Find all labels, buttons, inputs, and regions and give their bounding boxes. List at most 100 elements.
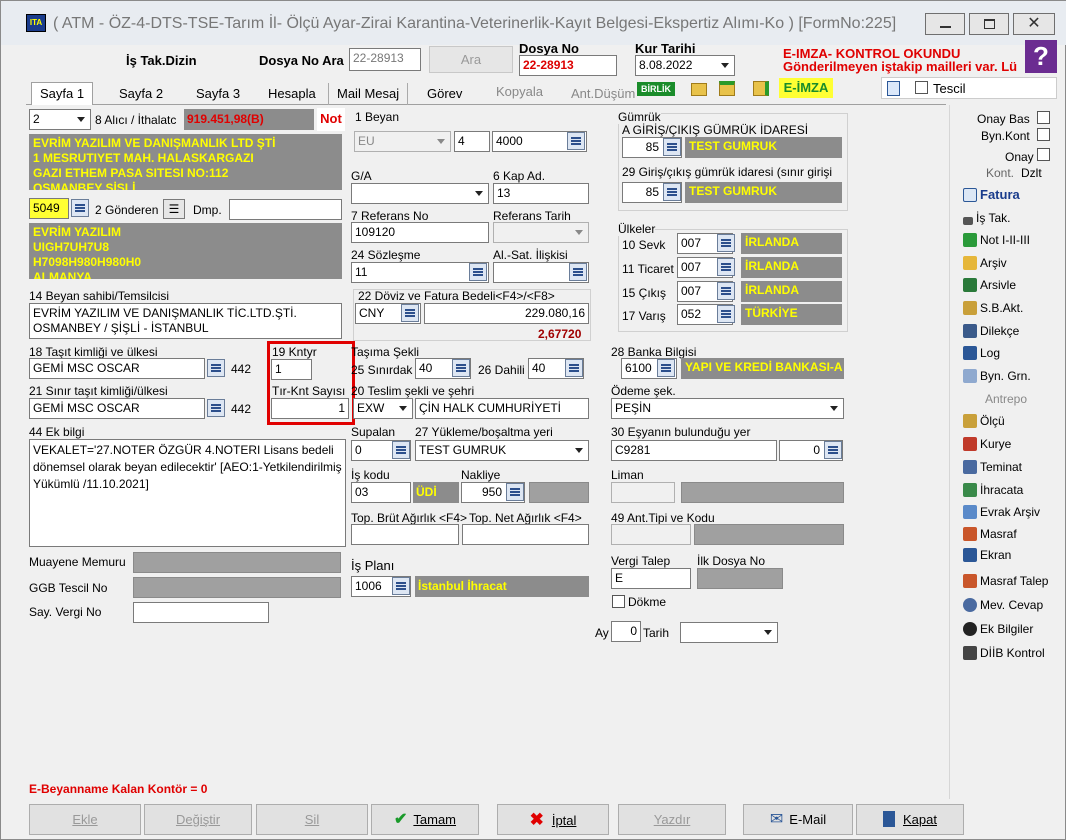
sidebar-item-fatura[interactable]: Fatura	[963, 187, 1020, 202]
kur-tarihi-picker[interactable]: 8.08.2022	[635, 55, 735, 76]
help-icon[interactable]: ?	[1025, 40, 1057, 73]
is-tak-dizin-label[interactable]: İş Tak.Dizin	[126, 53, 197, 68]
onay-checkbox[interactable]	[1037, 148, 1050, 161]
net-input[interactable]	[462, 524, 589, 545]
sidebar-item-is-tak[interactable]: İş Tak.	[963, 211, 1010, 225]
eimza-button[interactable]: E-İMZA	[779, 78, 833, 98]
esya-lookup-button[interactable]	[824, 441, 842, 459]
tescil-checkbox[interactable]	[915, 81, 928, 94]
tab-gorev[interactable]: Görev	[419, 83, 470, 105]
gonderen-code-input[interactable]: 5049	[29, 198, 69, 219]
referans-no-input[interactable]: 109120	[351, 222, 489, 243]
kapat-button[interactable]: Kapat	[856, 804, 964, 835]
byn-kont-checkbox[interactable]	[1037, 128, 1050, 141]
brut-input[interactable]	[351, 524, 459, 545]
ga-select[interactable]	[351, 183, 489, 204]
email-button[interactable]: ✉ E-Mail	[743, 804, 853, 835]
search-doc-icon[interactable]	[887, 81, 900, 96]
tir-knt-input[interactable]: 1	[271, 398, 349, 419]
tab-sayfa-1[interactable]: Sayfa 1	[31, 82, 94, 105]
teslim-select[interactable]: EXW	[353, 398, 413, 419]
ara-button[interactable]: Ara	[429, 46, 513, 73]
tab-mail-mesaj[interactable]: Mail Mesaj	[328, 83, 409, 105]
sil-button[interactable]: Sil	[256, 804, 368, 835]
sidebar-item-not[interactable]: Not I-II-III	[963, 233, 1030, 247]
sidebar-item-arsiv[interactable]: Arşiv	[963, 256, 1007, 270]
al-sat-lookup-button[interactable]	[569, 263, 587, 281]
doviz-amount-input[interactable]: 229.080,16	[424, 303, 589, 324]
sidebar-item-log[interactable]: Log	[963, 346, 1000, 360]
sidebar-item-ihracata[interactable]: İhracata	[963, 483, 1023, 497]
teslim-city-input[interactable]: ÇİN HALK CUMHURİYETİ	[415, 398, 589, 419]
iptal-button[interactable]: ✖ İptal	[497, 804, 609, 835]
ant-dusum-button[interactable]: Ant.Düşüm	[563, 83, 643, 105]
sidebar-item-arsivle[interactable]: Arsivle	[963, 278, 1016, 292]
liman-input[interactable]	[611, 482, 675, 503]
sozlesme-lookup-button[interactable]	[469, 263, 487, 281]
dmp-input[interactable]	[229, 199, 342, 220]
close-button[interactable]: ✕	[1013, 13, 1055, 35]
sidebar-item-byn-grn[interactable]: Byn. Grn.	[963, 369, 1031, 383]
folder-upload-icon[interactable]	[719, 81, 735, 96]
sidebar-item-masraf-talep[interactable]: Masraf Talep	[963, 574, 1048, 588]
sidebar-item-ekran[interactable]: Ekran	[963, 548, 1011, 562]
ay-input[interactable]: 0	[611, 621, 641, 642]
dosya-no-ara-input[interactable]: 22-28913	[349, 48, 421, 71]
is-plani-lookup-button[interactable]	[392, 577, 410, 595]
folder-refresh-icon[interactable]	[753, 81, 769, 96]
banka-lookup-button[interactable]	[657, 359, 675, 377]
yazdir-button[interactable]: Yazdır	[618, 804, 726, 835]
sidebar-item-sb-akt[interactable]: S.B.Akt.	[963, 301, 1023, 315]
sevk-lookup-button[interactable]	[717, 234, 735, 252]
beyan-sahibi-textbox[interactable]: EVRİM YAZILIM VE DANIŞMANLIK TİC.LTD.ŞTİ…	[29, 303, 342, 339]
sinir-tasit-lookup-button[interactable]	[207, 399, 225, 417]
sidebar-item-teminat[interactable]: Teminat	[963, 460, 1022, 474]
sidebar-item-olcu[interactable]: Ölçü	[963, 414, 1005, 428]
dosya-no-input[interactable]: 22-28913	[519, 55, 617, 76]
tasit-lookup-button[interactable]	[207, 359, 225, 377]
dokme-checkbox[interactable]	[612, 595, 625, 608]
tab-sayfa-2[interactable]: Sayfa 2	[111, 83, 171, 105]
onay-bas-checkbox[interactable]	[1037, 111, 1050, 124]
sinir-tasit-input[interactable]: GEMİ MSC OSCAR	[29, 398, 205, 419]
odeme-select[interactable]: PEŞİN	[611, 398, 844, 419]
maximize-button[interactable]	[969, 13, 1009, 35]
say-vergi-input[interactable]	[133, 602, 269, 623]
sidebar-item-kurye[interactable]: Kurye	[963, 437, 1011, 451]
is-kodu-input[interactable]: 03	[351, 482, 411, 503]
dahili-lookup-button[interactable]	[565, 359, 583, 377]
esya-input[interactable]: C9281	[611, 440, 777, 461]
sidebar-item-masraf[interactable]: Masraf	[963, 527, 1017, 541]
giris29-lookup-button[interactable]	[663, 183, 681, 201]
cikis-lookup-button[interactable]	[717, 282, 735, 300]
ant-tipi-input[interactable]	[611, 524, 691, 545]
ek-bilgi-textarea[interactable]: VEKALET='27.NOTER ÖZGÜR 4.NOTERI Lisans …	[29, 439, 346, 547]
sidebar-item-evrak-arsiv[interactable]: Evrak Arşiv	[963, 505, 1040, 519]
supalan-lookup-button[interactable]	[392, 441, 410, 459]
kap-ad-input[interactable]: 13	[493, 183, 589, 204]
folder-open-icon[interactable]	[691, 83, 707, 96]
sidebar-item-antrepo[interactable]: Antrepo	[985, 392, 1027, 406]
nakliye-lookup-button[interactable]	[506, 483, 524, 501]
referans-tarih-picker[interactable]	[493, 222, 589, 243]
vergi-talep-input[interactable]: E	[611, 568, 691, 589]
sidebar-item-mev-cevap[interactable]: Mev. Cevap	[963, 598, 1043, 612]
tab-sayfa-3[interactable]: Sayfa 3	[188, 83, 248, 105]
not-button[interactable]: Not	[317, 108, 345, 131]
kopyala-button[interactable]: Kopyala	[488, 81, 551, 103]
alici-no-select[interactable]: 2	[29, 109, 91, 130]
tab-hesapla[interactable]: Hesapla	[260, 83, 324, 105]
kntyr-input[interactable]: 1	[271, 359, 312, 380]
tamam-button[interactable]: ✔ Tamam	[371, 804, 479, 835]
gonderen-lookup-button[interactable]	[71, 199, 89, 217]
minimize-button[interactable]	[925, 13, 965, 35]
tarih-select[interactable]	[680, 622, 778, 643]
sidebar-item-diib-kontrol[interactable]: DİİB Kontrol	[963, 646, 1045, 660]
tasit-input[interactable]: GEMİ MSC OSCAR	[29, 358, 205, 379]
sinirdaki-lookup-button[interactable]	[452, 359, 470, 377]
beyan-select[interactable]: EU	[354, 131, 451, 152]
sidebar-item-ek-bilgiler[interactable]: Ek Bilgiler	[963, 622, 1033, 636]
beyan-lookup-button[interactable]	[567, 132, 585, 150]
ekle-button[interactable]: Ekle	[29, 804, 141, 835]
yukleme-select[interactable]: TEST GUMRUK	[415, 440, 589, 461]
